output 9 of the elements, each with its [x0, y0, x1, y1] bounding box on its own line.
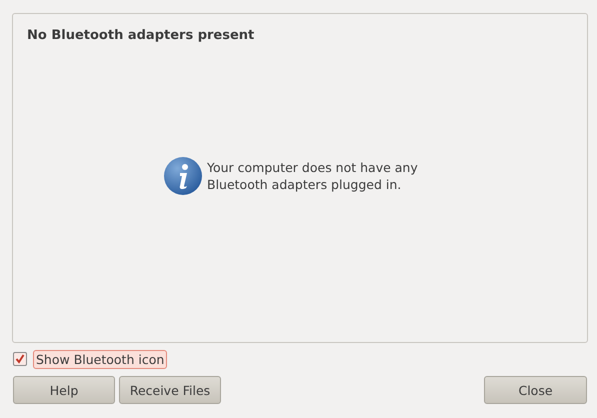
dialog-button[interactable]: Receive Files — [119, 376, 221, 404]
checkbox-label[interactable]: Show Bluetooth icon — [33, 350, 168, 368]
info-icon — [163, 156, 203, 196]
checkmark-icon — [15, 354, 25, 364]
dialog-button[interactable]: Close — [484, 376, 587, 404]
dialog-button[interactable]: Help — [13, 376, 115, 404]
info-message: Your computer does not have any Bluetooth adapters plugged in. — [207, 158, 419, 192]
checkbox[interactable] — [13, 352, 27, 366]
panel-title: No Bluetooth adapters present — [27, 28, 254, 43]
